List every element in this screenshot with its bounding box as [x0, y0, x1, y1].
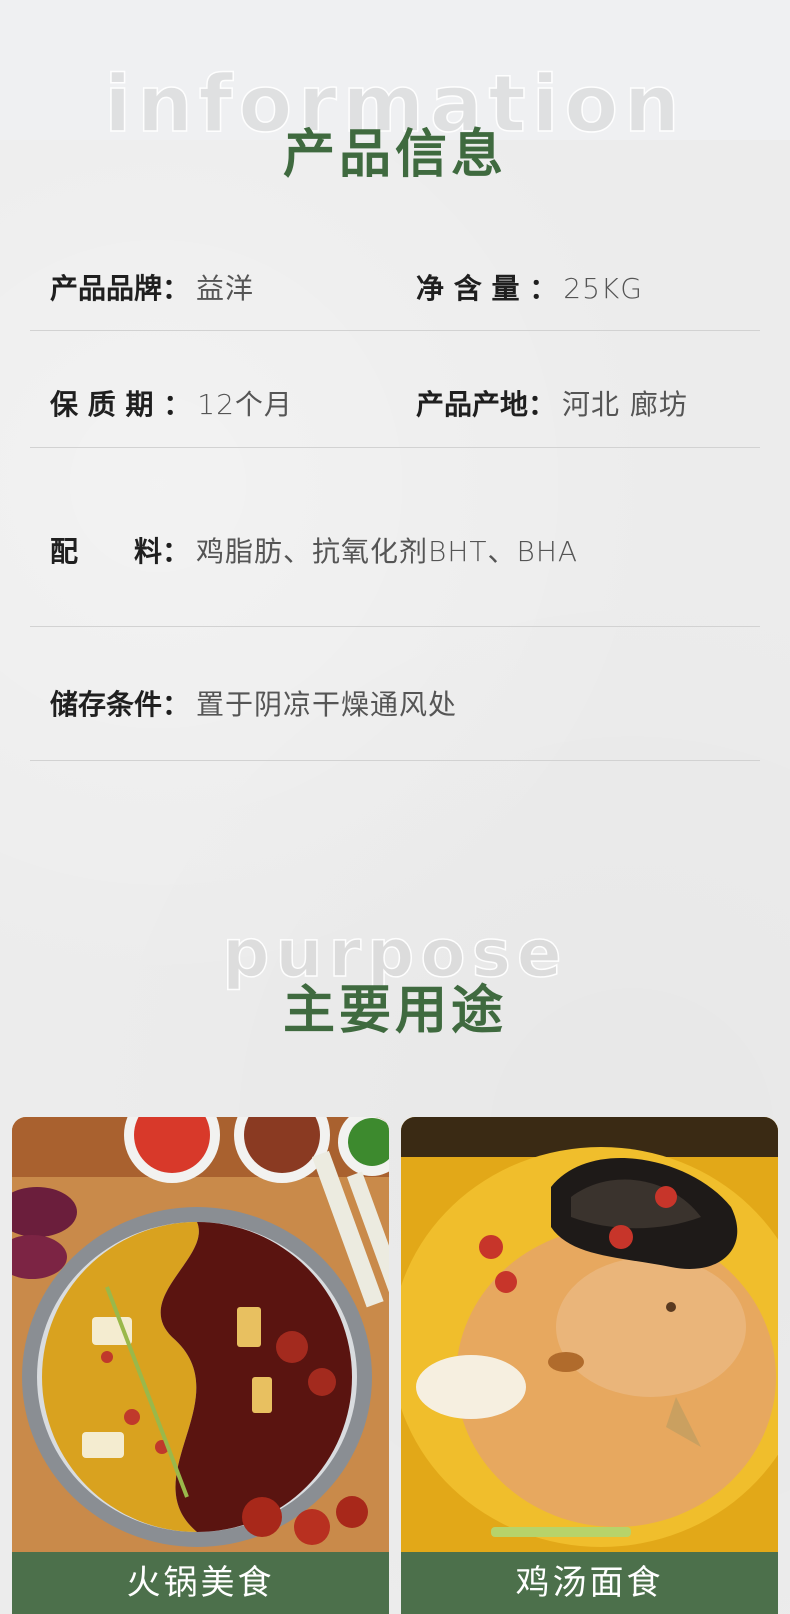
origin-cell: 产品产地： 河北 廊坊 — [416, 383, 688, 423]
storage-label: 储存条件： — [50, 688, 191, 721]
usage-card-chicken-soup: 鸡汤面食 — [401, 1117, 778, 1614]
origin-value: 河北 廊坊 — [562, 388, 688, 421]
info-row-ingredients: 配 料： 鸡脂肪、抗氧化剂BHT、BHA — [30, 448, 760, 627]
hotpot-caption: 火锅美食 — [12, 1552, 389, 1614]
brand-label: 产品品牌： — [50, 272, 191, 305]
ingredients-value: 鸡脂肪、抗氧化剂BHT、BHA — [196, 535, 579, 568]
shelf-life-label: 保 质 期 ： — [50, 388, 192, 421]
info-row-shelf-origin: 保 质 期 ： 12个月 产品产地： 河北 廊坊 — [30, 331, 760, 448]
origin-label: 产品产地： — [416, 388, 557, 421]
ingredients-label: 配 料： — [50, 535, 191, 568]
chicken-soup-caption: 鸡汤面食 — [401, 1552, 778, 1614]
brand-cell: 产品品牌： 益洋 — [50, 267, 254, 307]
info-row-brand-net: 产品品牌： 益洋 净 含 量 ： 25KG — [30, 255, 760, 331]
storage-cell: 储存条件： 置于阴凉干燥通风处 — [50, 683, 457, 723]
page-background: information 产品信息 产品品牌： 益洋 净 含 量 ： 25KG 保… — [0, 0, 790, 1614]
info-section-title: 产品信息 — [282, 125, 507, 185]
net-content-value: 25KG — [563, 272, 643, 305]
brand-value: 益洋 — [196, 272, 255, 305]
product-info-table: 产品品牌： 益洋 净 含 量 ： 25KG 保 质 期 ： 12个月 产品产地：… — [30, 255, 760, 761]
net-content-cell: 净 含 量 ： 25KG — [416, 267, 643, 307]
usage-card-hotpot: 火锅美食 — [12, 1117, 389, 1614]
usage-cards: 火锅美食 鸡汤面食 — [12, 1117, 778, 1614]
info-row-storage: 储存条件： 置于阴凉干燥通风处 — [30, 627, 760, 761]
purpose-section-title: 主要用途 — [282, 981, 507, 1041]
net-content-label: 净 含 量 ： — [416, 272, 558, 305]
storage-value: 置于阴凉干燥通风处 — [196, 688, 458, 721]
shelf-life-value: 12个月 — [197, 388, 293, 421]
ingredients-cell: 配 料： 鸡脂肪、抗氧化剂BHT、BHA — [50, 530, 578, 570]
hotpot-photo — [12, 1117, 389, 1552]
shelf-life-cell: 保 质 期 ： 12个月 — [50, 383, 293, 423]
chicken-soup-photo — [401, 1117, 778, 1552]
